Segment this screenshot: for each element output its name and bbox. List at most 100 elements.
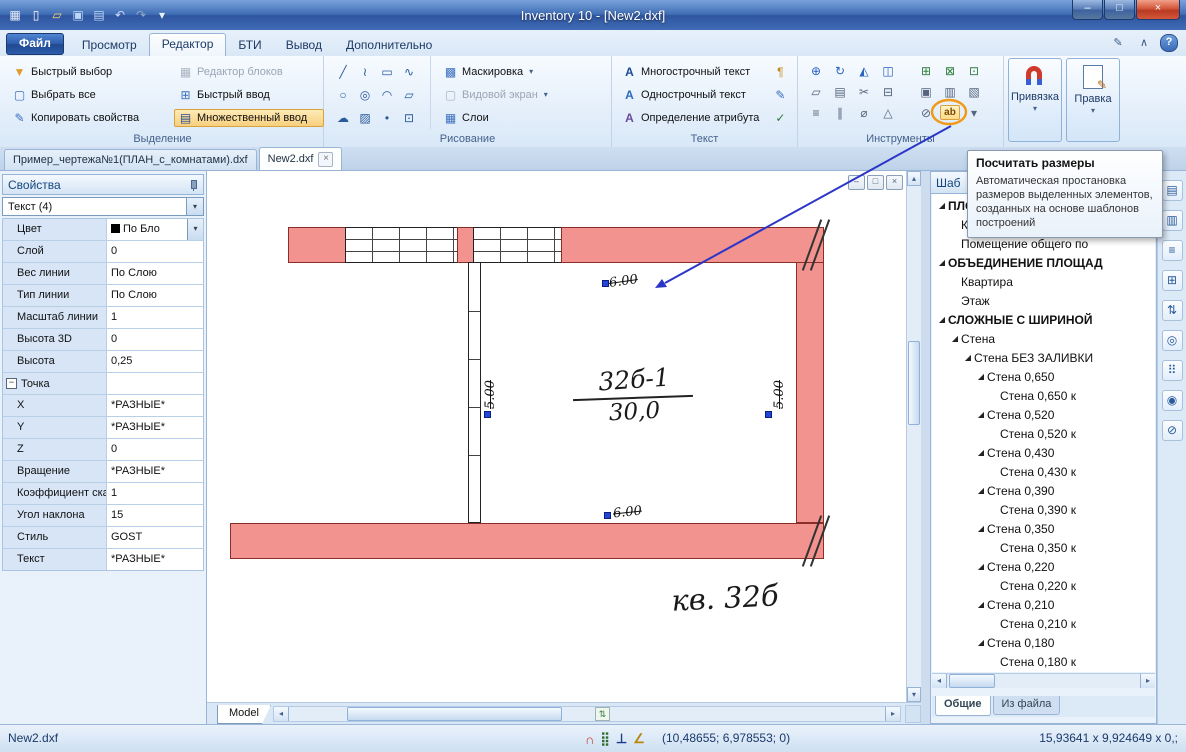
array-icon[interactable]: ▤ <box>834 85 845 99</box>
dimension-text-right[interactable]: 5.00 <box>772 380 787 409</box>
property-value[interactable]: 0 <box>107 439 203 460</box>
rectangle-icon[interactable]: ▭ <box>381 65 392 79</box>
tree-item[interactable]: ◢ Стена 0,390 <box>932 481 1155 500</box>
polyline-icon[interactable]: ≀ <box>363 65 368 79</box>
tab-editor[interactable]: Редактор <box>148 33 227 56</box>
tree-item[interactable]: Стена 0,650 к <box>932 386 1155 405</box>
copy-with-point-icon[interactable]: ⊠ <box>945 64 955 78</box>
scroll-right-icon[interactable]: ▸ <box>885 707 900 721</box>
property-value[interactable]: GOST <box>107 527 203 548</box>
scroll-left-icon[interactable]: ◂ <box>932 674 947 688</box>
tab-common[interactable]: Общие <box>935 696 991 716</box>
tree-item[interactable]: ◢ ОБЪЕДИНЕНИЕ ПЛОЩАД <box>932 253 1155 272</box>
room-area-text[interactable]: 30,0 <box>586 397 682 428</box>
tree-item[interactable]: Стена 0,220 к <box>932 576 1155 595</box>
tab-bti[interactable]: БТИ <box>226 35 273 56</box>
snap-button[interactable]: Привязка ▾ <box>1008 58 1062 142</box>
tree-item[interactable]: ◢ Стена <box>932 329 1155 348</box>
tree-item[interactable]: ◢ Стена 0,210 <box>932 595 1155 614</box>
revcloud-icon[interactable]: ☁ <box>337 111 349 125</box>
quick-input-button[interactable]: ⊞ Быстрый ввод <box>174 86 324 104</box>
point-icon[interactable]: • <box>385 111 389 125</box>
save-icon[interactable]: ▣ <box>69 6 87 24</box>
close-button[interactable]: × <box>1136 0 1180 20</box>
help-icon[interactable]: ? <box>1160 34 1178 52</box>
tree-item[interactable]: Этаж <box>932 291 1155 310</box>
scale-icon[interactable]: △ <box>883 106 892 120</box>
customize-icon[interactable]: ✎ <box>1108 35 1128 52</box>
diameter-icon[interactable]: ⌀ <box>860 106 867 120</box>
wall-interior[interactable] <box>468 262 481 523</box>
property-value[interactable]: По Слою <box>107 263 203 284</box>
offset-icon[interactable]: ▱ <box>811 85 820 99</box>
tools-more-dropdown[interactable]: ▾ <box>971 106 977 120</box>
paste-icon[interactable]: ⊡ <box>969 64 979 78</box>
circle-icon[interactable]: ○ <box>339 88 346 102</box>
undo-icon[interactable]: ↶ <box>111 6 129 24</box>
pedit-icon[interactable]: ≡ <box>812 106 819 120</box>
expanded-icon[interactable]: ◢ <box>936 201 948 210</box>
expanded-icon[interactable]: ◢ <box>975 410 987 419</box>
scroll-up-icon[interactable]: ▴ <box>907 171 921 186</box>
app-icon[interactable]: ▦ <box>6 6 24 24</box>
dimension-text-bottom[interactable]: 6.00 <box>612 504 642 522</box>
dock-table-icon[interactable]: ⊞ <box>1161 270 1183 291</box>
wall-top-segment[interactable] <box>457 227 474 263</box>
horizontal-scrollbar[interactable]: ◂ ▸ <box>273 706 901 722</box>
calculate-dimensions-button[interactable]: ab <box>940 105 960 120</box>
templates-scrollbar[interactable]: ◂ ▸ <box>932 673 1155 688</box>
quick-select-button[interactable]: ▼ Быстрый выбор <box>8 63 174 81</box>
scroll-right-icon[interactable]: ▸ <box>1140 674 1155 688</box>
dock-grid-icon[interactable]: ⠿ <box>1161 360 1183 381</box>
vertical-scrollbar[interactable]: ▴ ▾ <box>906 171 921 702</box>
multiline-text-button[interactable]: A Многострочный текст <box>618 63 763 81</box>
dock-sheets-icon[interactable]: ▥ <box>1161 210 1183 231</box>
property-value[interactable]: *РАЗНЫЕ* <box>107 549 203 570</box>
spellcheck-icon[interactable]: ✓ <box>775 111 785 125</box>
dock-target-icon[interactable]: ◎ <box>1161 330 1183 351</box>
singleline-text-button[interactable]: A Однострочный текст <box>618 86 763 104</box>
wall-bottom[interactable] <box>230 523 824 559</box>
property-value[interactable]: 0 <box>107 329 203 350</box>
draw-order-icon[interactable]: ▧ <box>968 85 979 99</box>
tree-item[interactable]: ◢ Стена 0,180 <box>932 633 1155 652</box>
property-value[interactable]: 15 <box>107 505 203 526</box>
trim-icon[interactable]: ✂ <box>859 85 869 99</box>
tab-from-file[interactable]: Из файла <box>992 696 1061 715</box>
expanded-icon[interactable]: ◢ <box>975 562 987 571</box>
wall-top-segment[interactable] <box>288 227 346 263</box>
field-icon[interactable]: ¶ <box>777 65 783 79</box>
ungroup-icon[interactable]: ▥ <box>944 85 955 99</box>
expanded-icon[interactable]: ◢ <box>936 258 948 267</box>
qat-dropdown-icon[interactable]: ▾ <box>153 6 171 24</box>
parallel-icon[interactable]: ∥ <box>837 106 843 120</box>
selection-type-combo[interactable]: Текст (4) ▾ <box>2 197 204 216</box>
scrollbar-thumb[interactable] <box>949 674 995 688</box>
model-tab[interactable]: Model <box>217 705 271 724</box>
mdi-close-icon[interactable]: × <box>886 175 903 190</box>
apartment-label-text[interactable]: кв. 32б <box>654 577 796 618</box>
arc-icon[interactable]: ◠ <box>382 88 392 102</box>
copy-to-clipboard-icon[interactable]: ⊞ <box>921 64 931 78</box>
expanded-icon[interactable]: ◢ <box>975 524 987 533</box>
expanded-icon[interactable]: ◢ <box>975 486 987 495</box>
dimension-text-top[interactable]: 6.00 <box>608 272 639 291</box>
group-icon[interactable]: ▣ <box>920 85 931 99</box>
new-file-icon[interactable]: ▯ <box>27 6 45 24</box>
expanded-icon[interactable]: ◢ <box>936 315 948 324</box>
drawing-canvas[interactable]: – □ × 6.00 5.00 5.00 6.00 32б-1 30,0 кв.… <box>207 171 906 702</box>
hatch-icon[interactable]: ▨ <box>359 111 370 125</box>
spline-icon[interactable]: ∿ <box>404 65 414 79</box>
wall-top-segment[interactable] <box>561 227 824 263</box>
select-all-button[interactable]: ▢ Выбрать все <box>8 86 174 104</box>
tree-item[interactable]: Стена 0,210 к <box>932 614 1155 633</box>
pan-toggle-icon[interactable]: ⇅ <box>595 707 610 721</box>
move-icon[interactable]: ⊕ <box>811 64 821 78</box>
window-symbol[interactable] <box>473 227 562 263</box>
expanded-icon[interactable]: ◢ <box>962 353 974 362</box>
scrollbar-thumb[interactable] <box>347 707 562 721</box>
tree-item[interactable]: ◢ Стена 0,520 <box>932 405 1155 424</box>
tree-item[interactable]: Стена 0,350 к <box>932 538 1155 557</box>
window-symbol[interactable] <box>345 227 458 263</box>
tab-additional[interactable]: Дополнительно <box>334 35 444 56</box>
